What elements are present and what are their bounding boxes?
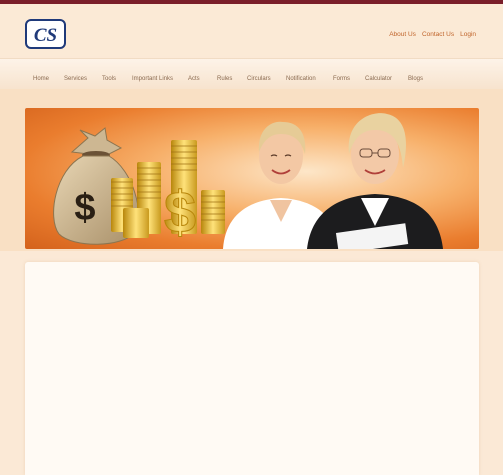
nav-rules[interactable]: Rules — [217, 76, 232, 82]
contact-us-link[interactable]: Contact Us — [422, 31, 454, 38]
login-link[interactable]: Login — [460, 31, 476, 38]
main-nav: Home Services Tools Important Links Acts… — [0, 58, 503, 91]
nav-calculator[interactable]: Calculator — [365, 76, 392, 82]
site-header: CS About Us Contact Us Login — [0, 4, 503, 56]
top-links: About Us Contact Us Login — [389, 31, 476, 38]
nav-blogs[interactable]: Blogs — [408, 76, 423, 82]
nav-notification[interactable]: Notification — [286, 76, 316, 82]
logo-text: CS — [34, 25, 57, 46]
main-content-panel — [25, 262, 479, 475]
hero-illustration: $ $ — [53, 113, 443, 249]
nav-acts[interactable]: Acts — [188, 76, 200, 82]
nav-circulars[interactable]: Circulars — [247, 76, 271, 82]
about-us-link[interactable]: About Us — [389, 31, 416, 38]
nav-home[interactable]: Home — [33, 76, 49, 82]
site-logo[interactable]: CS — [25, 19, 66, 49]
nav-forms[interactable]: Forms — [333, 76, 350, 82]
nav-services[interactable]: Services — [64, 76, 87, 82]
nav-important-links[interactable]: Important Links — [132, 76, 173, 82]
nav-tools[interactable]: Tools — [102, 76, 116, 82]
hero-banner: $ $ — [25, 108, 479, 249]
big-dollar-sign: $ — [164, 180, 196, 245]
dollar-coin-icon: $ — [163, 180, 196, 246]
bag-dollar-sign: $ — [74, 187, 95, 229]
logo-mark: CS — [34, 25, 57, 46]
woman-2-photo — [307, 113, 443, 249]
